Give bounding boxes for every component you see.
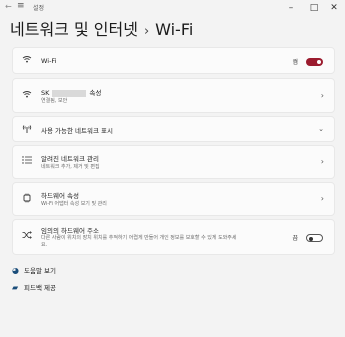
- network-properties-label: 속성: [89, 89, 102, 97]
- network-name-prefix: SK: [41, 89, 50, 97]
- back-arrow-icon[interactable]: ←: [5, 2, 12, 11]
- connected-network-row[interactable]: SK 속성 연결됨, 보안 ›: [12, 78, 335, 113]
- list-icon: [21, 156, 33, 168]
- hardware-properties-sub: Wi-Fi 어댑터 속성 보기 및 관리: [41, 201, 107, 207]
- random-hardware-address-row: 임의의 하드웨어 주소 다른 사람이 위치의 장치 위치를 추적하기 어렵게 만…: [12, 219, 335, 255]
- redacted-ssid: [52, 89, 87, 97]
- random-address-desc-line1: 다른 사람이 위치의 장치 위치를 추적하기 어렵게 만들어 개인 정보를 보호…: [41, 235, 237, 241]
- network-status: 연결됨, 보안: [41, 98, 68, 104]
- random-address-state-text: 끔: [292, 235, 298, 242]
- chevron-right-icon: ›: [320, 194, 324, 203]
- known-networks-label: 알려진 네트워크 관리: [41, 155, 99, 163]
- wifi-icon: [21, 55, 33, 67]
- available-networks-label: 사용 가능한 네트워크 표시: [41, 127, 113, 135]
- help-link-label: 도움말 보기: [24, 267, 56, 275]
- wifi-toggle-switch[interactable]: [306, 58, 323, 66]
- feedback-link[interactable]: ▰ 피드백 제공: [12, 282, 56, 292]
- breadcrumb: 네트워크 및 인터넷 › Wi-Fi: [10, 16, 193, 40]
- wifi-state-text: 켬: [292, 59, 298, 66]
- title-bar: ← ≡ 설정 – □ ✕: [0, 0, 345, 16]
- chevron-right-icon: ›: [320, 157, 324, 166]
- known-networks-row[interactable]: 알려진 네트워크 관리 네트워크 추가, 제거 및 편집 ›: [12, 145, 335, 179]
- page-title: Wi-Fi: [155, 20, 194, 39]
- minimize-button[interactable]: –: [279, 0, 303, 16]
- wifi-secured-icon: [21, 90, 33, 102]
- random-address-toggle-switch[interactable]: [306, 234, 323, 242]
- shuffle-icon: [21, 231, 33, 243]
- known-networks-sub: 네트워크 추가, 제거 및 편집: [41, 164, 100, 170]
- antenna-icon: [21, 124, 33, 136]
- breadcrumb-parent[interactable]: 네트워크 및 인터넷: [10, 20, 138, 39]
- feedback-icon: ▰: [12, 283, 19, 292]
- random-address-desc-line2: 요.: [41, 242, 48, 248]
- chevron-down-icon: ⌄: [318, 125, 324, 133]
- chip-icon: [21, 193, 33, 205]
- network-name: SK 속성: [41, 87, 101, 97]
- help-icon: ◕: [12, 266, 19, 275]
- wifi-toggle-row: Wi-Fi 켬: [12, 47, 335, 74]
- close-button[interactable]: ✕: [322, 0, 345, 16]
- wifi-label: Wi-Fi: [41, 57, 57, 65]
- window-title: 설정: [33, 5, 45, 12]
- hardware-properties-row[interactable]: 하드웨어 속성 Wi-Fi 어댑터 속성 보기 및 관리 ›: [12, 182, 335, 216]
- feedback-link-label: 피드백 제공: [24, 284, 56, 292]
- hardware-properties-label: 하드웨어 속성: [41, 192, 79, 200]
- breadcrumb-separator: ›: [143, 24, 150, 39]
- chevron-right-icon: ›: [320, 91, 324, 100]
- available-networks-row[interactable]: 사용 가능한 네트워크 표시 ⌄: [12, 116, 335, 142]
- help-link[interactable]: ◕ 도움말 보기: [12, 265, 56, 275]
- hamburger-menu-icon[interactable]: ≡: [17, 1, 25, 11]
